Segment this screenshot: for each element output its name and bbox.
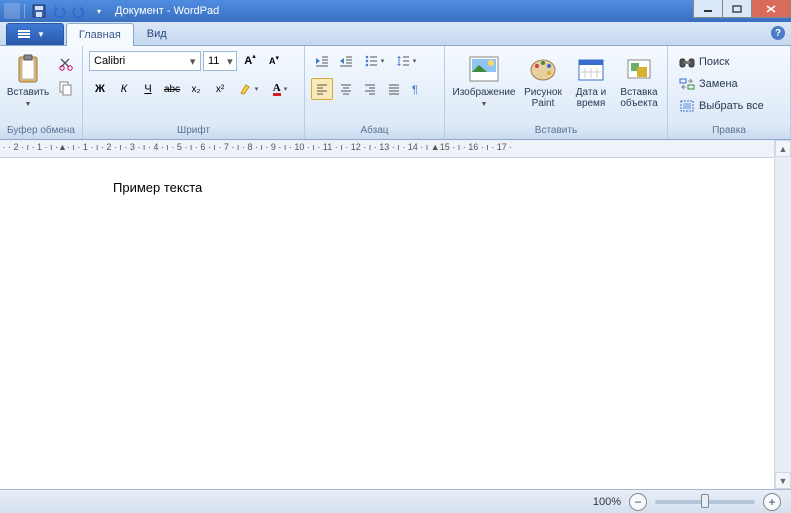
font-color-button[interactable]: A▾ <box>265 78 295 100</box>
ruler[interactable]: · · 2 · ı · 1 · ı ·▲· ı · 1 · ı · 2 · ı … <box>0 140 791 158</box>
tab-home[interactable]: Главная <box>66 23 134 46</box>
close-button[interactable] <box>751 0 791 18</box>
image-icon <box>468 53 500 85</box>
find-label: Поиск <box>699 56 729 68</box>
strike-button[interactable]: abc <box>161 78 183 100</box>
replace-button[interactable]: Замена <box>674 74 743 94</box>
document-area[interactable]: Пример текста <box>0 158 791 488</box>
font-size-combo[interactable]: ▾ <box>203 51 237 71</box>
palette-icon <box>527 53 559 85</box>
line-spacing-icon <box>396 54 410 68</box>
align-justify-button[interactable] <box>383 78 405 100</box>
font-size-input[interactable] <box>208 55 226 67</box>
increase-indent-button[interactable] <box>335 50 357 72</box>
qat-dropdown-icon[interactable]: ▾ <box>91 3 107 19</box>
italic-button[interactable]: К <box>113 78 135 100</box>
insert-paint-label: Рисунок Paint <box>524 87 562 109</box>
status-bar: 100% − + <box>0 489 791 513</box>
group-clipboard: Вставить▼ Буфер обмена <box>0 46 83 139</box>
undo-icon[interactable] <box>51 3 67 19</box>
save-icon[interactable] <box>31 3 47 19</box>
zoom-slider-thumb[interactable] <box>701 494 709 508</box>
font-name-input[interactable] <box>94 55 187 67</box>
group-edit: Поиск Замена Выбрать все Правка <box>668 46 791 139</box>
copy-button[interactable] <box>56 78 76 98</box>
quick-access-toolbar: ▾ <box>31 3 107 19</box>
zoom-in-button[interactable]: + <box>763 493 781 511</box>
superscript-button[interactable]: x² <box>209 78 231 100</box>
cut-button[interactable] <box>56 54 76 74</box>
zoom-out-button[interactable]: − <box>629 493 647 511</box>
help-button[interactable]: ? <box>771 26 785 40</box>
group-paragraph-label: Абзац <box>311 123 438 139</box>
insert-paint-button[interactable]: Рисунок Paint <box>521 50 565 112</box>
insert-datetime-label: Дата и время <box>576 87 607 109</box>
shrink-font-button[interactable]: A▾ <box>263 50 285 72</box>
binoculars-icon <box>679 54 695 70</box>
insert-image-button[interactable]: Изображение▼ <box>451 50 517 113</box>
paste-button[interactable]: Вставить▼ <box>6 50 50 113</box>
window-title: Документ - WordPad <box>115 5 219 17</box>
insert-datetime-button[interactable]: Дата и время <box>569 50 613 112</box>
line-spacing-button[interactable]: ▾ <box>391 50 421 72</box>
zoom-slider[interactable] <box>655 500 755 504</box>
title-bar: ▾ Документ - WordPad <box>0 0 791 22</box>
insert-object-button[interactable]: Вставка объекта <box>617 50 661 112</box>
scroll-down-button[interactable]: ▼ <box>775 472 791 489</box>
file-menu-button[interactable]: ▼ <box>6 23 64 45</box>
align-right-button[interactable] <box>359 78 381 100</box>
tab-view[interactable]: Вид <box>134 22 180 45</box>
group-insert-label: Вставить <box>451 123 661 139</box>
align-left-button[interactable] <box>311 78 333 100</box>
maximize-button[interactable] <box>722 0 752 18</box>
insert-object-label: Вставка объекта <box>620 87 657 109</box>
decrease-indent-button[interactable] <box>311 50 333 72</box>
chevron-down-icon[interactable]: ▾ <box>226 55 234 68</box>
find-button[interactable]: Поиск <box>674 52 734 72</box>
minimize-button[interactable] <box>693 0 723 18</box>
paragraph-settings-button[interactable]: ¶ <box>407 78 429 100</box>
highlight-button[interactable]: ▾ <box>233 78 263 100</box>
redo-icon[interactable] <box>71 3 87 19</box>
underline-button[interactable]: Ч <box>137 78 159 100</box>
align-center-button[interactable] <box>335 78 357 100</box>
bullets-button[interactable]: ▾ <box>359 50 389 72</box>
group-paragraph: ▾ ▾ ¶ Абзац <box>305 46 445 139</box>
replace-icon <box>679 76 695 92</box>
select-all-label: Выбрать все <box>699 100 764 112</box>
select-all-button[interactable]: Выбрать все <box>674 96 769 116</box>
subscript-button[interactable]: x₂ <box>185 78 207 100</box>
select-all-icon <box>679 98 695 114</box>
vertical-scrollbar[interactable]: ▲ ▼ <box>774 140 791 489</box>
chevron-down-icon[interactable]: ▾ <box>187 55 198 68</box>
group-insert: Изображение▼ Рисунок Paint Дата и время … <box>445 46 668 139</box>
svg-text:¶: ¶ <box>412 84 418 96</box>
clipboard-icon <box>12 53 44 85</box>
highlight-icon <box>238 82 252 96</box>
group-font: ▾ ▾ A▴ A▾ Ж К Ч abc x₂ x² ▾ A▾ Шрифт <box>83 46 305 139</box>
replace-label: Замена <box>699 78 738 90</box>
list-icon <box>364 54 378 68</box>
scissors-icon <box>58 56 74 72</box>
app-icon <box>4 3 20 19</box>
grow-font-button[interactable]: A▴ <box>239 50 261 72</box>
bold-button[interactable]: Ж <box>89 78 111 100</box>
zoom-value: 100% <box>593 496 621 508</box>
object-icon <box>623 53 655 85</box>
group-clipboard-label: Буфер обмена <box>6 123 76 139</box>
ribbon-tabs: ▼ Главная Вид ? <box>0 22 791 46</box>
paste-label: Вставить <box>7 87 49 98</box>
group-edit-label: Правка <box>674 123 784 139</box>
font-name-combo[interactable]: ▾ <box>89 51 201 71</box>
insert-image-label: Изображение <box>453 87 516 98</box>
copy-icon <box>58 80 74 96</box>
calendar-icon <box>575 53 607 85</box>
ribbon: Вставить▼ Буфер обмена ▾ ▾ A▴ A▾ <box>0 46 791 140</box>
document-text[interactable]: Пример текста <box>113 180 202 195</box>
scroll-up-button[interactable]: ▲ <box>775 140 791 157</box>
group-font-label: Шрифт <box>89 123 298 139</box>
